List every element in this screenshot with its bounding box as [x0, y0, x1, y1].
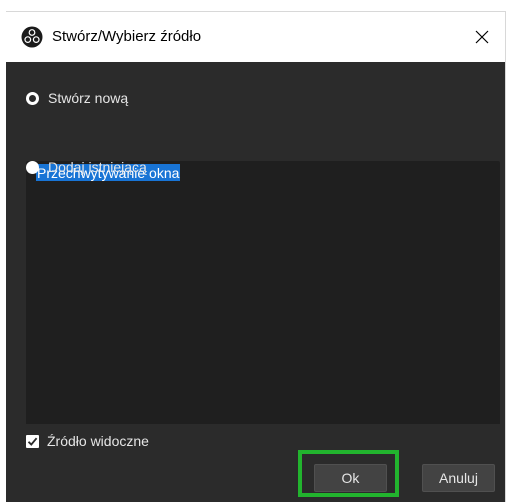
create-new-label: Stwórz nową	[48, 90, 129, 106]
close-button[interactable]	[459, 12, 505, 62]
visible-source-checkbox[interactable]: Źródło widoczne	[26, 431, 149, 451]
obs-logo-icon	[21, 26, 43, 48]
radio-checked-icon	[26, 91, 39, 105]
cancel-button[interactable]: Anuluj	[422, 464, 495, 492]
existing-sources-list[interactable]	[26, 181, 500, 424]
visible-source-label: Źródło widoczne	[47, 433, 149, 449]
add-existing-label: Dodaj istniejącą	[48, 159, 147, 175]
dialog-content: Stwórz nową Przechwytywanie okna Dodaj i…	[6, 62, 505, 502]
radio-unchecked-icon	[26, 160, 39, 174]
add-existing-radio[interactable]: Dodaj istniejącą	[26, 157, 147, 177]
ok-button[interactable]: Ok	[314, 464, 387, 492]
dialog-titlebar: Stwórz/Wybierz źródło	[6, 12, 505, 62]
dialog-title: Stwórz/Wybierz źródło	[52, 28, 202, 45]
close-icon	[475, 30, 489, 44]
create-new-radio[interactable]: Stwórz nową	[26, 88, 128, 108]
create-select-source-dialog: Stwórz/Wybierz źródło Stwórz nową Przech…	[6, 11, 506, 502]
checkbox-checked-icon	[26, 434, 39, 448]
